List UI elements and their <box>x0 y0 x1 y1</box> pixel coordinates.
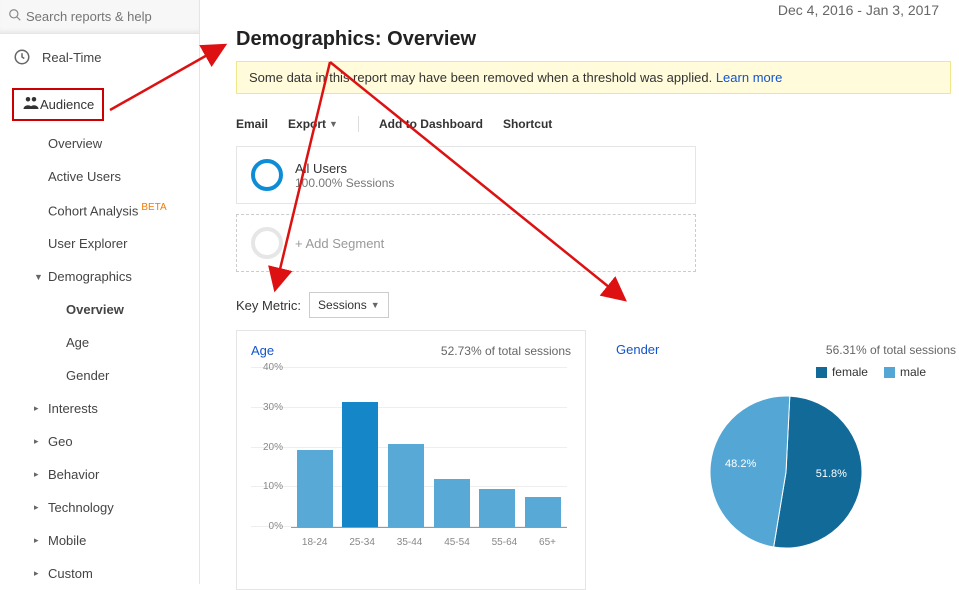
caret-down-icon: ▼ <box>34 272 44 282</box>
caret-right-icon: ▸ <box>34 502 44 513</box>
caret-right-icon: ▸ <box>34 535 44 546</box>
caret-right-icon: ▸ <box>34 568 44 579</box>
gender-panel: Gender 56.31% of total sessions female m… <box>616 330 956 590</box>
age-panel-title[interactable]: Age <box>251 343 274 358</box>
subnav-technology[interactable]: ▸Technology <box>34 491 199 524</box>
age-bar-chart: 0%10%20%30%40% 18-2425-3435-4445-5455-64… <box>251 368 571 548</box>
page-title: Demographics: Overview <box>236 28 959 51</box>
age-panel: Age 52.73% of total sessions 0%10%20%30%… <box>236 330 586 590</box>
nav-audience[interactable]: Audience <box>12 88 104 121</box>
legend-female: female <box>816 365 868 379</box>
bar <box>297 450 333 528</box>
caret-right-icon: ▸ <box>34 403 44 414</box>
nav-realtime[interactable]: Real-Time <box>0 34 199 76</box>
nav-realtime-label: Real-Time <box>42 50 101 65</box>
segment-all-users[interactable]: All Users 100.00% Sessions <box>236 146 696 204</box>
key-metric-select[interactable]: Sessions ▼ <box>309 292 389 318</box>
segment-subtitle: 100.00% Sessions <box>295 176 394 190</box>
bar <box>342 402 378 527</box>
gender-panel-subtitle: 56.31% of total sessions <box>826 343 956 357</box>
segment-title: All Users <box>295 161 394 176</box>
subnav-demographics[interactable]: ▼ Demographics <box>34 260 199 293</box>
add-dashboard-button[interactable]: Add to Dashboard <box>379 116 483 132</box>
key-metric-label: Key Metric: <box>236 298 301 313</box>
threshold-notice: Some data in this report may have been r… <box>236 61 951 94</box>
subnav-demo-gender[interactable]: Gender <box>66 359 199 392</box>
subnav-cohort[interactable]: Cohort AnalysisBETA <box>48 193 199 227</box>
toolbar: Email Export▼ Add to Dashboard Shortcut <box>236 106 959 146</box>
bar <box>479 489 515 527</box>
subnav-behavior[interactable]: ▸Behavior <box>34 458 199 491</box>
audience-icon <box>22 94 40 115</box>
bar <box>434 479 470 527</box>
svg-text:48.2%: 48.2% <box>725 458 756 470</box>
segment-empty-icon <box>251 227 283 259</box>
bar <box>525 497 561 527</box>
subnav-user-explorer[interactable]: User Explorer <box>48 227 199 260</box>
subnav-demo-age[interactable]: Age <box>66 326 199 359</box>
divider <box>358 116 359 132</box>
legend-male: male <box>884 365 926 379</box>
shortcut-button[interactable]: Shortcut <box>503 116 552 132</box>
subnav-overview[interactable]: Overview <box>48 127 199 160</box>
age-panel-subtitle: 52.73% of total sessions <box>441 344 571 358</box>
nav-audience-label: Audience <box>40 97 94 112</box>
subnav-mobile[interactable]: ▸Mobile <box>34 524 199 557</box>
segment-circle-icon <box>251 159 283 191</box>
search-input[interactable] <box>22 9 191 24</box>
subnav-interests[interactable]: ▸Interests <box>34 392 199 425</box>
svg-text:51.8%: 51.8% <box>816 468 847 480</box>
gender-panel-title[interactable]: Gender <box>616 342 659 357</box>
subnav-geo[interactable]: ▸Geo <box>34 425 199 458</box>
search-box[interactable] <box>0 0 199 34</box>
subnav-active-users[interactable]: Active Users <box>48 160 199 193</box>
caret-down-icon: ▼ <box>371 300 380 310</box>
caret-right-icon: ▸ <box>34 469 44 480</box>
caret-down-icon: ▼ <box>329 119 338 129</box>
caret-right-icon: ▸ <box>34 436 44 447</box>
gender-pie-chart: 51.8% 48.2% <box>701 387 871 557</box>
subnav-custom[interactable]: ▸Custom <box>34 557 199 590</box>
clock-icon <box>12 48 32 66</box>
add-segment-button[interactable]: + Add Segment <box>236 214 696 272</box>
email-button[interactable]: Email <box>236 116 268 132</box>
date-range[interactable]: Dec 4, 2016 - Jan 3, 2017 <box>236 0 959 28</box>
subnav-demo-overview[interactable]: Overview <box>66 293 199 326</box>
learn-more-link[interactable]: Learn more <box>716 70 782 85</box>
search-icon <box>8 8 22 25</box>
beta-badge: BETA <box>141 202 166 213</box>
bar <box>388 444 424 527</box>
export-button[interactable]: Export▼ <box>288 116 338 132</box>
